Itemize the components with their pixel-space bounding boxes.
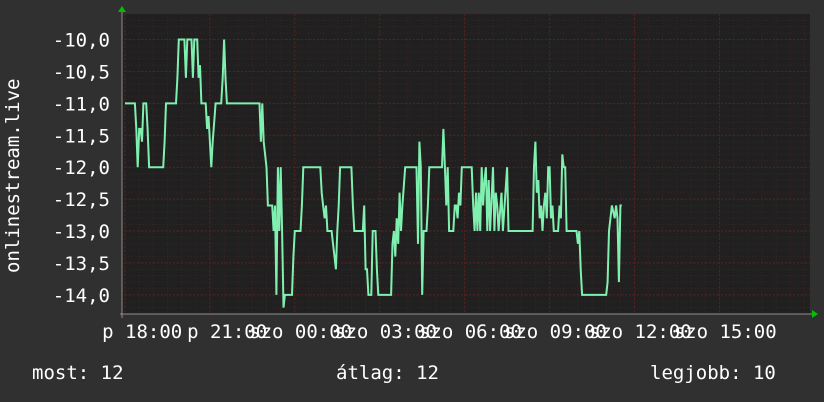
y-tick-label: -13,5 [53, 253, 110, 275]
y-tick-label: -14,0 [53, 285, 110, 307]
y-tick-label: -10,0 [53, 30, 110, 52]
current-value: most: 12 [32, 362, 124, 384]
x-axis-arrow-icon [812, 310, 818, 318]
x-axis-ticks: p 18:00 p 21:00szo 00:00szo 03:00szo 06:0… [102, 321, 776, 343]
y-tick-label: -11,5 [53, 125, 110, 147]
y-tick-label: -12,5 [53, 189, 110, 211]
best-value: legjobb: 10 [650, 362, 776, 384]
chart: -10,0 -10,5 -11,0 -11,5 -12,0 -12,5 -13,0 -13,5… [2, 6, 818, 343]
y-axis-ticks: -10,0 -10,5 -11,0 -11,5 -12,0 -12,5 -13,0 -13,5… [53, 30, 110, 307]
y-tick-label: -10,5 [53, 61, 110, 83]
x-tick-label: p 18:00 [102, 321, 182, 343]
y-tick-label: -11,0 [53, 93, 110, 115]
x-tick-label: szo 15:00 [674, 321, 777, 343]
y-axis-label: onlinestream.live [2, 79, 24, 273]
y-tick-label: -12,0 [53, 157, 110, 179]
average-value: átlag: 12 [336, 362, 439, 384]
y-axis-arrow-icon [118, 6, 126, 12]
y-tick-label: -13,0 [53, 221, 110, 243]
